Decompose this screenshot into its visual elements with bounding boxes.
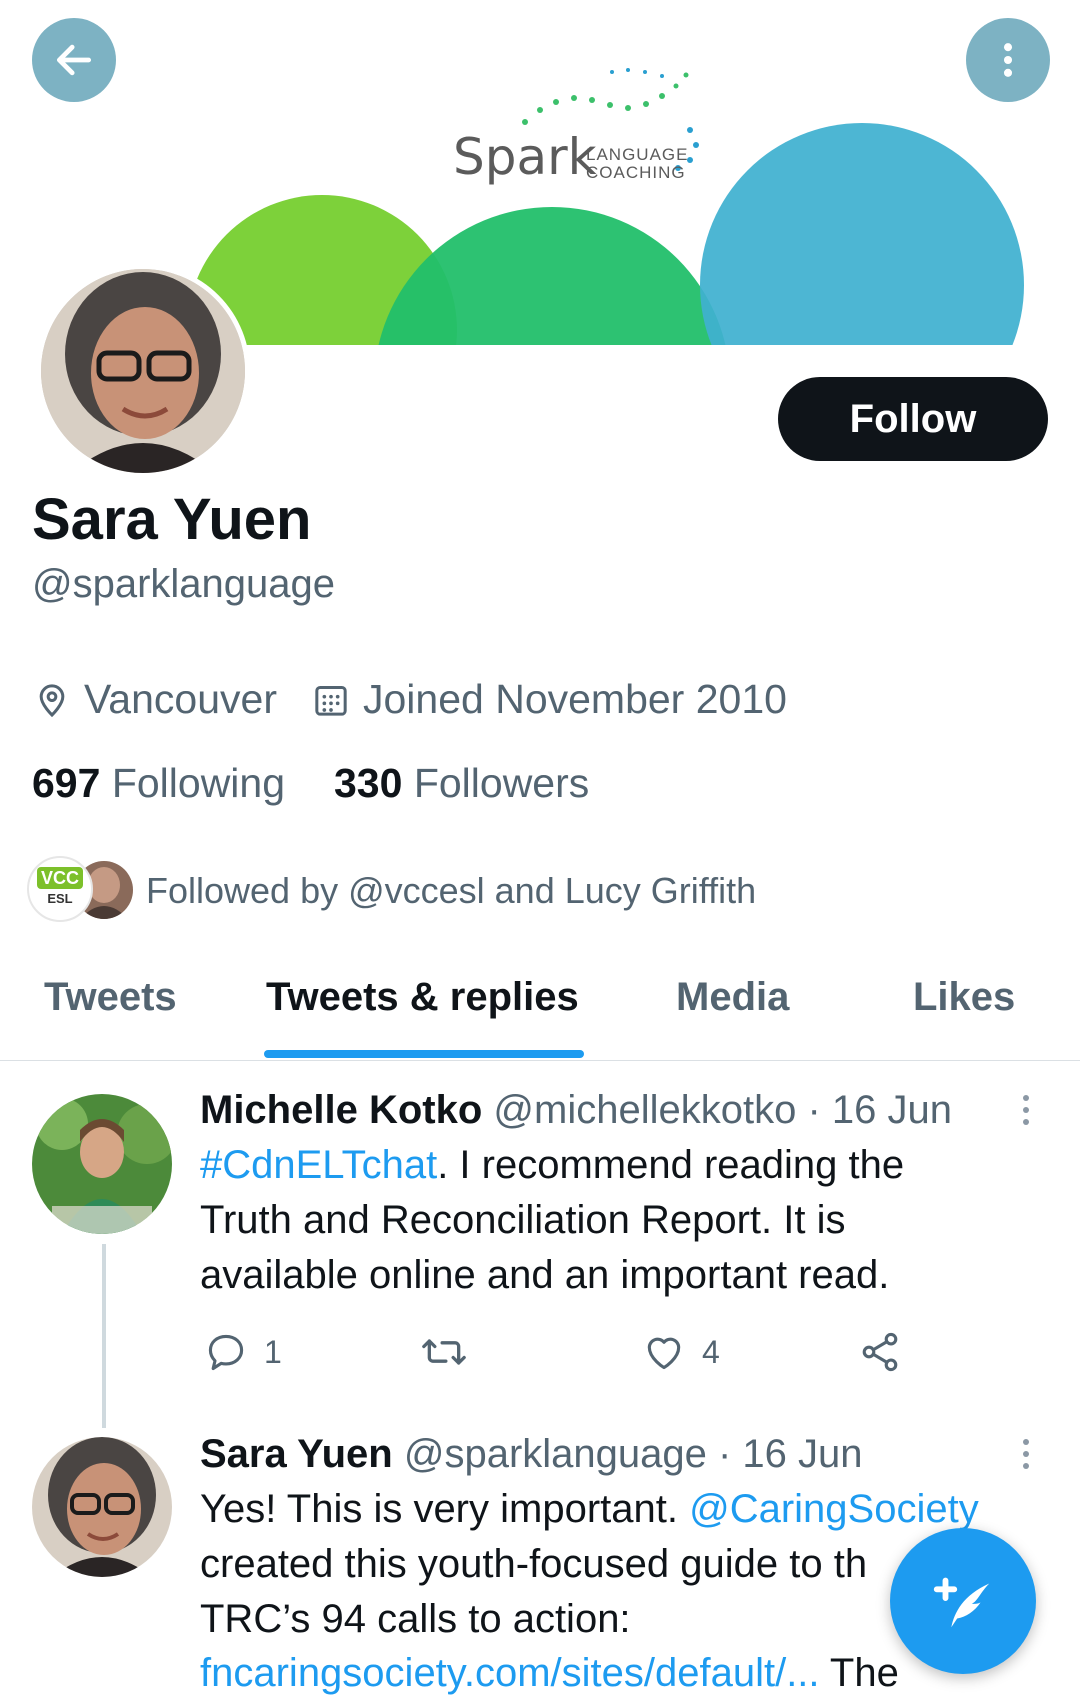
share-icon [862,1332,898,1372]
tweet-header: Michelle Kotko @michellekkotko · 16 Jun [200,1083,952,1138]
tweet-text-line: Yes! This is very important. @CaringSoci… [200,1482,979,1537]
back-button[interactable] [32,18,116,102]
heart-icon [647,1337,681,1370]
tweet-text-line: Truth and Reconciliation Report. It is [200,1198,846,1242]
followed-by-text[interactable]: Followed by @vccesl and Lucy Griffith [146,870,756,912]
thread-connector [102,1244,106,1428]
banner-logo-line2: COACHING [586,163,686,182]
tweet-author-handle[interactable]: @michellekkotko [493,1088,796,1132]
profile-handle: @sparklanguage [32,562,336,606]
banner-logo-line1: LANGUAGE [586,145,689,164]
more-options-button[interactable] [966,18,1050,102]
vcc-badge-bottom: ESL [47,891,73,906]
tab-media[interactable]: Media [676,975,789,1020]
compose-tweet-button[interactable] [890,1528,1036,1674]
hashtag-link[interactable]: #CdnELTchat [200,1143,437,1187]
tabs-divider [0,1060,1080,1061]
tweet-header: Sara Yuen @sparklanguage · 16 Jun [200,1427,863,1482]
location-text: Vancouver [84,676,277,722]
tweet-more-icon[interactable] [1012,1092,1040,1128]
tweet-text-line: created this youth-focused guide to th [200,1542,868,1586]
banner-logo-subtitle: LANGUAGE COACHING [586,146,688,182]
banner-logo-text: Spark [453,128,597,186]
tweet-more-icon[interactable] [1012,1436,1040,1472]
joined-text: Joined November 2010 [363,676,787,722]
like-count: 4 [702,1333,720,1370]
tweet-date[interactable]: · 16 Jun [807,1088,952,1132]
share-action[interactable] [858,1330,918,1374]
retweet-icon [422,1339,466,1365]
tweet-text-line: available online and an important read. [200,1253,890,1297]
follow-button[interactable]: Follow [778,377,1048,461]
vcc-badge-top: VCC [37,867,83,889]
tweet-date[interactable]: · 16 Jun [718,1432,863,1476]
url-link[interactable]: fncaringsociety.com/sites/default/... [200,1651,820,1695]
tweet-text-line: TRC’s 94 calls to action: [200,1597,631,1641]
following-count: 697 [32,760,101,806]
following-label: Following [111,760,286,806]
arrow-left-icon [56,44,92,76]
tweet-text: . I recommend reading the [437,1143,905,1187]
profile-location: Vancouver [32,676,277,723]
like-action[interactable]: 4 [642,1330,720,1374]
followers-label: Followers [413,760,590,806]
profile-joined: Joined November 2010 [311,676,787,723]
active-tab-indicator [264,1050,584,1058]
mention-link[interactable]: @CaringSociety [689,1487,979,1531]
tweet-author-name[interactable]: Michelle Kotko [200,1088,482,1132]
tweet-avatar-michelle[interactable] [32,1094,172,1234]
more-vertical-icon [1003,43,1013,77]
tab-likes[interactable]: Likes [913,975,1015,1020]
profile-avatar[interactable] [36,264,250,478]
tweet-text-line: #CdnELTchat. I recommend reading the [200,1138,904,1193]
tweet-author-handle[interactable]: @sparklanguage [404,1432,707,1476]
followers-stat[interactable]: 330 Followers [334,760,589,807]
tab-tweets[interactable]: Tweets [44,975,177,1020]
tweet-author-name[interactable]: Sara Yuen [200,1432,393,1476]
compose-tweet-icon [933,1577,990,1628]
retweet-action[interactable] [420,1330,484,1374]
reply-action[interactable]: 1 [204,1330,282,1374]
tab-tweets-and-replies[interactable]: Tweets & replies [266,975,579,1020]
reply-count: 1 [264,1333,282,1370]
tweet-text: The [819,1651,899,1695]
tweet-text-line: fncaringsociety.com/sites/default/... Th… [200,1646,899,1701]
calendar-icon [315,685,347,716]
follower-avatar-vccesl: VCC ESL [27,856,93,922]
reply-icon [208,1334,244,1371]
followers-count: 330 [334,760,403,806]
following-stat[interactable]: 697 Following [32,760,285,807]
tweet-avatar-sara[interactable] [32,1437,172,1577]
location-pin-icon [39,683,65,717]
display-name: Sara Yuen [32,487,312,552]
tweet-text: Yes! This is very important. [200,1487,690,1531]
